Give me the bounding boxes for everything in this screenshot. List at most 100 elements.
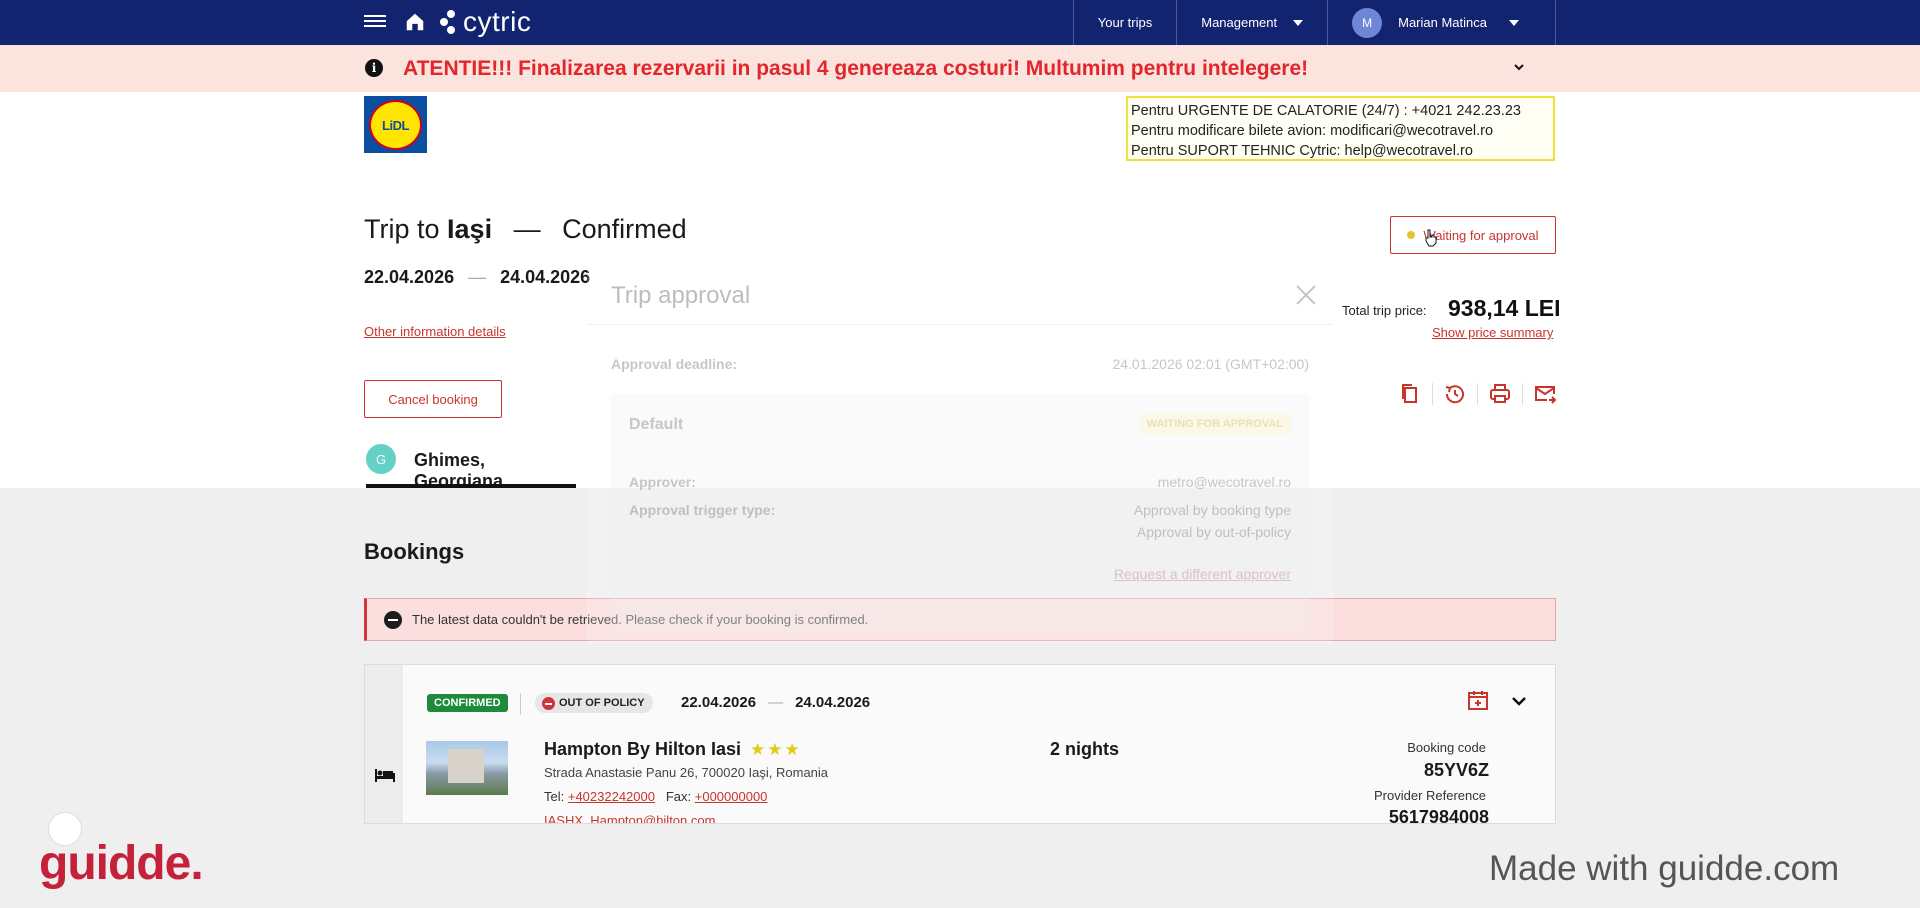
chevron-down-icon[interactable] [1513,61,1525,73]
chevron-down-icon[interactable] [1511,693,1527,709]
approval-status-button[interactable]: Waiting for approval [1390,216,1556,254]
no-entry-icon [542,697,555,710]
page-title: Trip to Iaşi — Confirmed [364,214,687,245]
out-of-policy-badge: OUT OF POLICY [535,693,653,713]
hotel-building [448,749,484,783]
info-icon: i [365,59,383,77]
cytric-logo[interactable]: cytric [439,6,531,38]
modal-divider [587,324,1333,325]
show-price-summary-link[interactable]: Show price summary [1432,325,1553,340]
top-navigation: cytric Your trips Management M Marian Ma… [0,0,1920,45]
nav-management-label: Management [1201,15,1278,30]
nav-your-trips-label: Your trips [1097,15,1153,30]
nav-management[interactable]: Management [1176,0,1327,45]
copy-icon[interactable] [1398,382,1422,406]
history-icon[interactable] [1443,382,1467,406]
hotel-address: Strada Anastasie Panu 26, 700020 Iaşi, R… [544,765,829,780]
booking-date-separator: — [768,694,784,711]
traveler-tab[interactable]: G Ghimes, Georgiana [366,440,576,491]
company-logo: LiDL [364,96,427,153]
contact-info-box: Pentru URGENTE DE CALATORIE (24/7) : +40… [1126,96,1555,161]
fax-label: Fax: [665,789,692,804]
booking-code: 85YV6Z [1423,760,1489,780]
action-divider [1522,383,1523,405]
hotel-image [426,741,508,795]
request-different-approver-link[interactable]: Request a different approver [1114,566,1291,582]
hotel-name: Hampton By Hilton Iasi [544,739,742,759]
approval-deadline-value: 24.01.2026 02:01 (GMT+02:00) [1112,356,1309,372]
contact-line-urgent: Pentru URGENTE DE CALATORIE (24/7) : +40… [1131,103,1521,119]
stay-nights: 2 nights [1050,739,1120,759]
approver-value: metro@wecotravel.ro [1157,474,1291,490]
booking-dates: 22.04.2026 — 24.04.2026 [681,694,870,711]
booking-end-date: 24.04.2026 [795,694,871,711]
close-icon[interactable] [1295,284,1317,306]
booking-card-sidebar [365,665,403,823]
booking-card: CONFIRMED OUT OF POLICY 22.04.2026 — 24.… [364,664,1556,824]
approval-group-name: Default [629,416,684,433]
contact-line-support: Pentru SUPORT TEHNIC Cytric: help@wecotr… [1131,143,1473,159]
tel-label: Tel: [544,789,565,804]
email-forward-icon[interactable] [1533,382,1557,406]
approval-panel: Default WAITING FOR APPROVAL Approver: m… [611,394,1309,634]
user-avatar: M [1352,7,1383,38]
guidde-logo: guidde. [39,837,204,890]
modal-title: Trip approval [611,282,751,309]
trip-start-date: 22.04.2026 [364,267,455,287]
trip-state: Confirmed [562,214,687,244]
hotel-stars: ★★★ [750,740,802,759]
status-badge: CONFIRMED [427,694,508,712]
total-price-value: 938,14 LEI [1448,295,1561,321]
trigger-type-value: Approval by out-of-policy [1136,524,1291,540]
menu-icon[interactable] [364,12,386,34]
hotel-phone-link[interactable]: +40232242000 [568,789,655,804]
cancel-booking-button[interactable]: Cancel booking [364,380,502,418]
trip-dates: 22.04.2026 — 24.04.2026 [364,267,590,288]
booking-start-date: 22.04.2026 [681,694,757,711]
other-information-link[interactable]: Other information details [364,324,506,339]
traveler-avatar: G [366,444,396,474]
calendar-add-icon[interactable] [1467,689,1489,711]
trip-title-dash: — [513,214,541,244]
trigger-type-label: Approval trigger type: [629,502,776,518]
booking-code-label: Booking code [1407,740,1486,755]
approval-status-label: Waiting for approval [1423,227,1539,243]
user-name: Marian Matinca [1398,15,1487,30]
action-divider [1477,383,1478,405]
nav-container: cytric Your trips Management M Marian Ma… [364,0,1556,45]
nav-right: Your trips Management M Marian Matinca [1072,0,1556,45]
logo-text: cytric [463,6,532,37]
approver-label: Approver: [629,474,696,490]
status-dot-icon [1407,231,1416,239]
error-icon [384,611,402,629]
cytric-logo-icon [440,10,455,34]
trip-end-date: 24.04.2026 [500,267,591,287]
trip-approval-modal: Trip approval Approval deadline: 24.01.2… [587,268,1333,644]
alert-banner: i ATENTIE!!! Finalizarea rezervarii in p… [0,45,1920,92]
nav-user-menu[interactable]: M Marian Matinca [1327,0,1556,45]
approval-status-badge: WAITING FOR APPROVAL [1138,414,1291,434]
badge-divider [520,693,521,715]
chevron-down-icon [1293,19,1304,26]
chevron-down-icon [1509,19,1519,26]
action-divider [1432,383,1433,405]
banner-text: ATENTIE!!! Finalizarea rezervarii in pas… [403,57,1309,80]
hand-cursor-icon [1425,229,1437,247]
provider-reference: 5617984008 [1388,807,1489,824]
trip-title-prefix: Trip to [364,214,440,244]
trip-date-separator: — [468,267,487,287]
out-of-policy-label: OUT OF POLICY [559,697,645,709]
home-icon[interactable] [404,11,426,33]
bed-icon [375,769,395,782]
bookings-title: Bookings [364,539,465,564]
trigger-type-value: Approval by booking type [1133,502,1291,518]
total-price-label: Total trip price: [1342,303,1427,318]
nav-your-trips[interactable]: Your trips [1072,0,1176,45]
provider-reference-label: Provider Reference [1374,788,1486,803]
hotel-fax-link[interactable]: +000000000 [695,789,768,804]
company-logo-text: LiDL [382,117,409,133]
print-icon[interactable] [1488,382,1512,406]
trip-destination: Iaşi [447,214,493,244]
trip-actions [1398,382,1557,406]
hotel-email-link[interactable]: IASHX_Hampton@hilton.com [544,813,715,823]
